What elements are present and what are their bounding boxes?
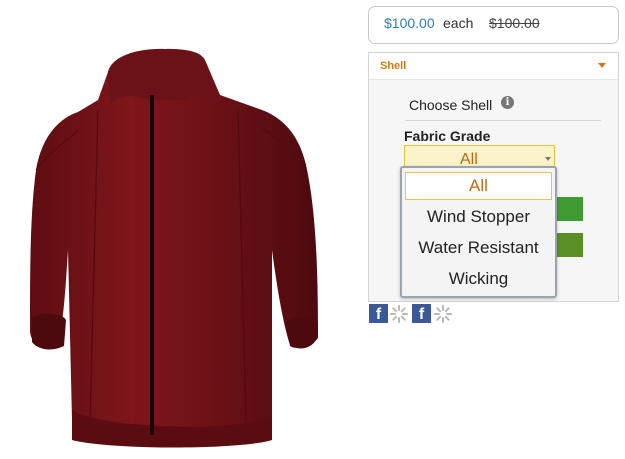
shell-accordion-header[interactable]: Shell xyxy=(369,53,618,80)
original-price: $100.00 xyxy=(489,15,540,31)
facebook-icon[interactable]: f xyxy=(369,304,388,323)
dropdown-option-wicking[interactable]: Wicking xyxy=(405,265,552,293)
loading-spinner-icon xyxy=(390,305,408,323)
divider xyxy=(405,120,601,121)
chevron-down-icon xyxy=(598,63,606,68)
product-jacket-image xyxy=(30,48,318,448)
dropdown-option-wind-stopper[interactable]: Wind Stopper xyxy=(405,203,552,231)
shell-header-label: Shell xyxy=(380,60,407,72)
info-icon[interactable]: i xyxy=(501,96,514,109)
facebook-icon[interactable]: f xyxy=(412,304,431,323)
choose-shell-label: Choose Shell xyxy=(409,97,493,113)
dropdown-option-water-resistant[interactable]: Water Resistant xyxy=(405,234,552,262)
price-unit: each xyxy=(443,15,474,31)
fabric-grade-label: Fabric Grade xyxy=(404,128,491,144)
fabric-grade-dropdown-list: All Wind Stopper Water Resistant Wicking xyxy=(400,166,557,298)
price-box: $100.00 each $100.00 xyxy=(368,6,619,44)
loading-spinner-icon xyxy=(434,305,452,323)
fabric-swatch[interactable] xyxy=(557,233,583,257)
current-price: $100.00 xyxy=(384,15,435,31)
dropdown-option-all[interactable]: All xyxy=(405,172,552,200)
chevron-down-icon xyxy=(545,157,551,161)
fabric-swatch[interactable] xyxy=(557,197,583,221)
